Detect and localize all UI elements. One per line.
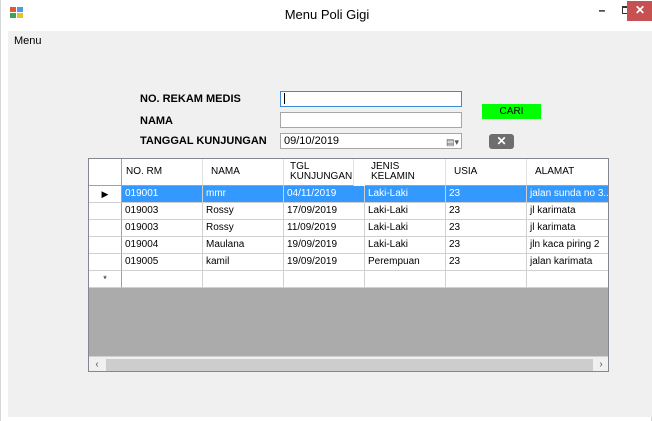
- cell-jenis-kelamin[interactable]: Laki-Laki: [365, 220, 446, 237]
- close-button[interactable]: ✕: [627, 1, 652, 21]
- app-window: Menu Poli Gigi – ✕ Menu NO. REKAM MEDIS …: [0, 0, 652, 421]
- cell-alamat[interactable]: jalan karimata: [527, 254, 608, 271]
- cell-no-rm[interactable]: 019001: [122, 186, 203, 203]
- cell-jenis-kelamin[interactable]: Perempuan: [365, 254, 446, 271]
- cari-button[interactable]: CARI: [482, 104, 541, 119]
- menu-bar: Menu: [8, 31, 652, 52]
- horizontal-scrollbar[interactable]: ‹ ›: [89, 356, 608, 371]
- cell-jenis-kelamin[interactable]: Laki-Laki: [365, 186, 446, 203]
- form-area: NO. REKAM MEDIS NAMA CARI TANGGAL KUNJUN…: [8, 52, 652, 417]
- column-header-jenis-kelamin[interactable]: JENIS KELAMIN: [365, 159, 446, 186]
- cell-nama[interactable]: Maulana: [203, 237, 284, 254]
- cell-no-rm[interactable]: 019004: [122, 237, 203, 254]
- cell-no-rm[interactable]: 019005: [122, 254, 203, 271]
- scroll-right-icon[interactable]: ›: [593, 358, 608, 371]
- column-header-usia[interactable]: USIA: [446, 159, 527, 186]
- cell-usia[interactable]: [446, 271, 527, 288]
- cell-nama[interactable]: mmr: [203, 186, 284, 203]
- new-row[interactable]: *: [89, 271, 608, 288]
- cell-alamat[interactable]: [527, 271, 608, 288]
- cell-alamat[interactable]: jln kaca piring 2: [527, 237, 608, 254]
- table-row[interactable]: 019003 Rossy 17/09/2019 Laki-Laki 23 jl …: [89, 203, 608, 220]
- patient-visits-grid[interactable]: NO. RM NAMA TGL KUNJUNGAN JENIS KELAMIN …: [88, 158, 609, 372]
- cell-tgl-kunjungan[interactable]: 04/11/2019: [284, 186, 365, 203]
- nama-input[interactable]: [280, 112, 462, 128]
- cell-jenis-kelamin[interactable]: Laki-Laki: [365, 203, 446, 220]
- no-rekam-medis-input[interactable]: [280, 91, 462, 107]
- table-row[interactable]: ▶ 019001 mmr 04/11/2019 Laki-Laki 23 jal…: [89, 186, 608, 203]
- cell-nama[interactable]: Rossy: [203, 203, 284, 220]
- cell-usia[interactable]: 23: [446, 220, 527, 237]
- new-row-indicator[interactable]: *: [89, 271, 122, 288]
- cell-usia[interactable]: 23: [446, 186, 527, 203]
- window-title: Menu Poli Gigi: [284, 7, 370, 22]
- cell-jenis-kelamin[interactable]: [365, 271, 446, 288]
- grid-header: NO. RM NAMA TGL KUNJUNGAN JENIS KELAMIN …: [89, 159, 608, 186]
- column-header-alamat[interactable]: ALAMAT: [527, 159, 608, 186]
- row-header[interactable]: [89, 237, 122, 254]
- row-header-corner: [89, 159, 122, 186]
- cell-no-rm[interactable]: 019003: [122, 203, 203, 220]
- cell-usia[interactable]: 23: [446, 237, 527, 254]
- no-rekam-medis-label: NO. REKAM MEDIS: [140, 93, 241, 105]
- tanggal-kunjungan-label: TANGGAL KUNJUNGAN: [140, 135, 267, 147]
- cell-nama[interactable]: [203, 271, 284, 288]
- cell-tgl-kunjungan[interactable]: 19/09/2019: [284, 237, 365, 254]
- row-header[interactable]: [89, 220, 122, 237]
- cell-no-rm[interactable]: 019003: [122, 220, 203, 237]
- cell-nama[interactable]: kamil: [203, 254, 284, 271]
- minimize-button[interactable]: –: [589, 0, 615, 22]
- scroll-thumb[interactable]: [106, 359, 593, 371]
- cell-alamat[interactable]: jl karimata: [527, 203, 608, 220]
- current-row-indicator[interactable]: ▶: [89, 186, 122, 203]
- row-header[interactable]: [89, 254, 122, 271]
- column-header-nama[interactable]: NAMA: [203, 159, 284, 186]
- cell-usia[interactable]: 23: [446, 254, 527, 271]
- table-row[interactable]: 019003 Rossy 11/09/2019 Laki-Laki 23 jl …: [89, 220, 608, 237]
- cell-nama[interactable]: Rossy: [203, 220, 284, 237]
- cell-tgl-kunjungan[interactable]: 17/09/2019: [284, 203, 365, 220]
- scroll-left-icon[interactable]: ‹: [89, 358, 105, 371]
- cell-no-rm[interactable]: [122, 271, 203, 288]
- menu-item-menu[interactable]: Menu: [14, 35, 42, 47]
- cell-alamat[interactable]: jalan sunda no 3..: [527, 186, 608, 203]
- cell-tgl-kunjungan[interactable]: 19/09/2019: [284, 254, 365, 271]
- tanggal-kunjungan-value: 09/10/2019: [284, 135, 340, 147]
- cell-jenis-kelamin[interactable]: Laki-Laki: [365, 237, 446, 254]
- column-header-tgl-kunjungan[interactable]: TGL KUNJUNGAN: [284, 159, 354, 186]
- cell-tgl-kunjungan[interactable]: [284, 271, 365, 288]
- title-bar: Menu Poli Gigi – ✕: [1, 0, 652, 31]
- cell-usia[interactable]: 23: [446, 203, 527, 220]
- cell-tgl-kunjungan[interactable]: 11/09/2019: [284, 220, 365, 237]
- tanggal-kunjungan-picker[interactable]: 09/10/2019 ▤▾: [280, 133, 462, 149]
- table-row[interactable]: 019005 kamil 19/09/2019 Perempuan 23 jal…: [89, 254, 608, 271]
- nama-label: NAMA: [140, 115, 173, 127]
- cell-alamat[interactable]: jl karimata: [527, 220, 608, 237]
- table-row[interactable]: 019004 Maulana 19/09/2019 Laki-Laki 23 j…: [89, 237, 608, 254]
- clear-button[interactable]: ✕: [489, 134, 514, 149]
- calendar-dropdown-icon[interactable]: ▤▾: [446, 135, 459, 149]
- text-caret: [284, 93, 285, 104]
- column-header-no-rm[interactable]: NO. RM: [122, 159, 203, 186]
- row-header[interactable]: [89, 203, 122, 220]
